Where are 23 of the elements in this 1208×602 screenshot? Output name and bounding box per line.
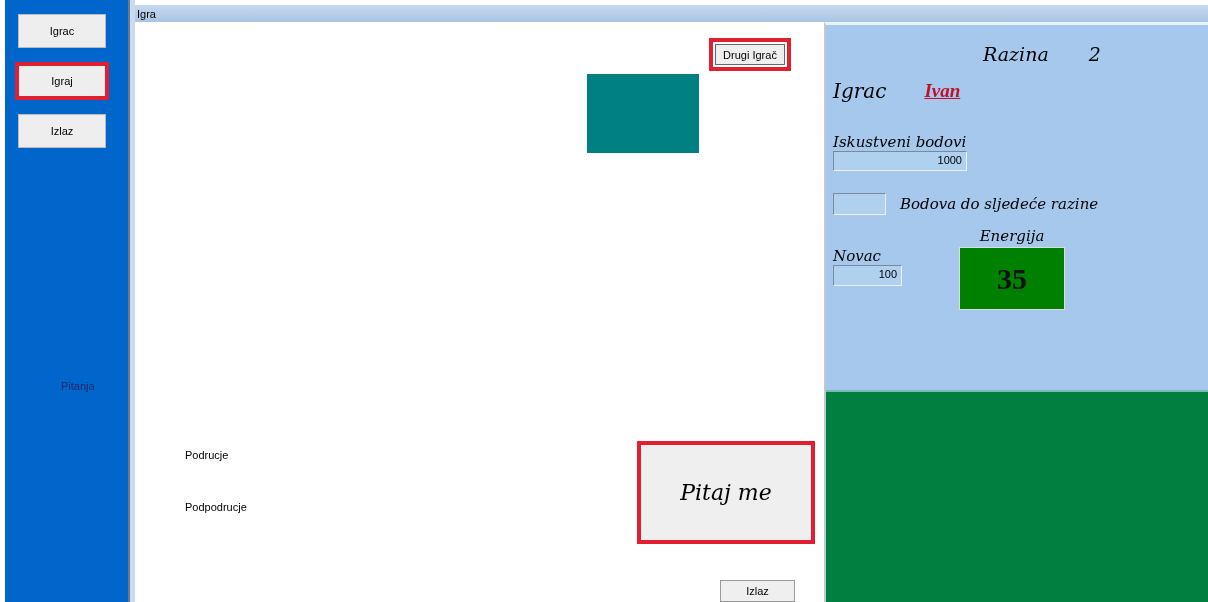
xp-label: Iskustveni bodovi — [833, 133, 968, 151]
xp-field[interactable]: 1000 — [833, 151, 967, 171]
money-field[interactable]: 100 — [833, 265, 902, 286]
player-label: Igrac — [833, 79, 887, 103]
energy-label: Energija — [979, 227, 1045, 245]
ask-button[interactable]: Pitaj me — [637, 441, 815, 544]
splitter[interactable] — [128, 0, 135, 602]
level-label: Razina — [983, 43, 1049, 65]
field-label: Podpodrucje — [185, 501, 248, 513]
energy-value: 35 — [959, 247, 1065, 310]
next-level-label: Bodova do sljedeće razine — [900, 195, 1099, 213]
sidebar-button[interactable]: Izlaz — [18, 114, 106, 148]
window-title: Igra — [137, 7, 156, 20]
field-label: Podrucje — [185, 449, 230, 461]
exit-button[interactable]: Izlaz — [720, 580, 795, 602]
sidebar-button[interactable]: Igraj — [15, 62, 109, 100]
next-level-field[interactable] — [833, 193, 886, 215]
money-label: Novac — [833, 247, 882, 265]
level-value: 2 — [1088, 43, 1101, 65]
player-name: Ivan — [924, 80, 961, 102]
other-player-button[interactable]: Drugi Igrač — [709, 38, 791, 71]
sidebar-button[interactable]: Igrac — [18, 14, 106, 48]
sidebar-label: Pitanja — [61, 380, 95, 392]
